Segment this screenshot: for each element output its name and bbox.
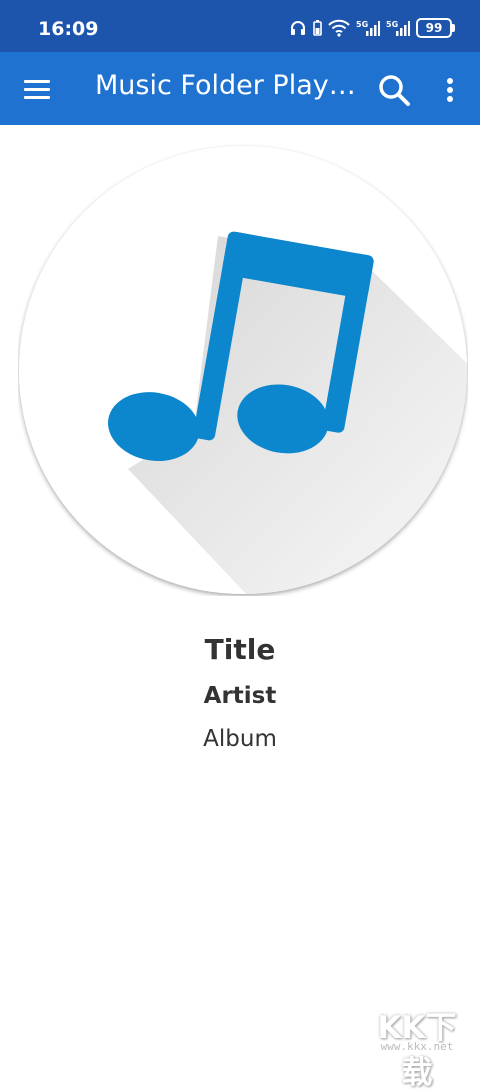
album-art: [18, 144, 468, 596]
watermark-logo: KK下载 www.kkx.net: [362, 1002, 472, 1091]
signal-5g-icon: 5G: [356, 20, 380, 36]
more-options-icon[interactable]: [438, 74, 462, 106]
status-icons: 5G 5G 99: [289, 17, 455, 39]
track-artist: Artist: [203, 683, 277, 709]
watermark-url: www.kkx.net: [380, 1040, 454, 1053]
battery-saver-icon: [313, 20, 322, 36]
track-album: Album: [203, 726, 277, 752]
svg-text:5G: 5G: [356, 20, 368, 29]
track-title: Title: [204, 633, 276, 666]
signal-5g-icon: 5G: [386, 20, 410, 36]
battery-icon: 99: [416, 18, 455, 38]
app-title: Music Folder Playe...: [95, 70, 360, 101]
headphones-icon: [291, 21, 305, 35]
status-time: 16:09: [38, 18, 99, 40]
wifi-icon: [328, 19, 350, 37]
status-bar: 16:09 5G 5G 99: [0, 0, 480, 52]
app-bar: Music Folder Playe...: [0, 52, 480, 125]
search-icon[interactable]: [374, 70, 414, 110]
svg-text:5G: 5G: [386, 20, 398, 29]
menu-icon[interactable]: [20, 74, 54, 106]
